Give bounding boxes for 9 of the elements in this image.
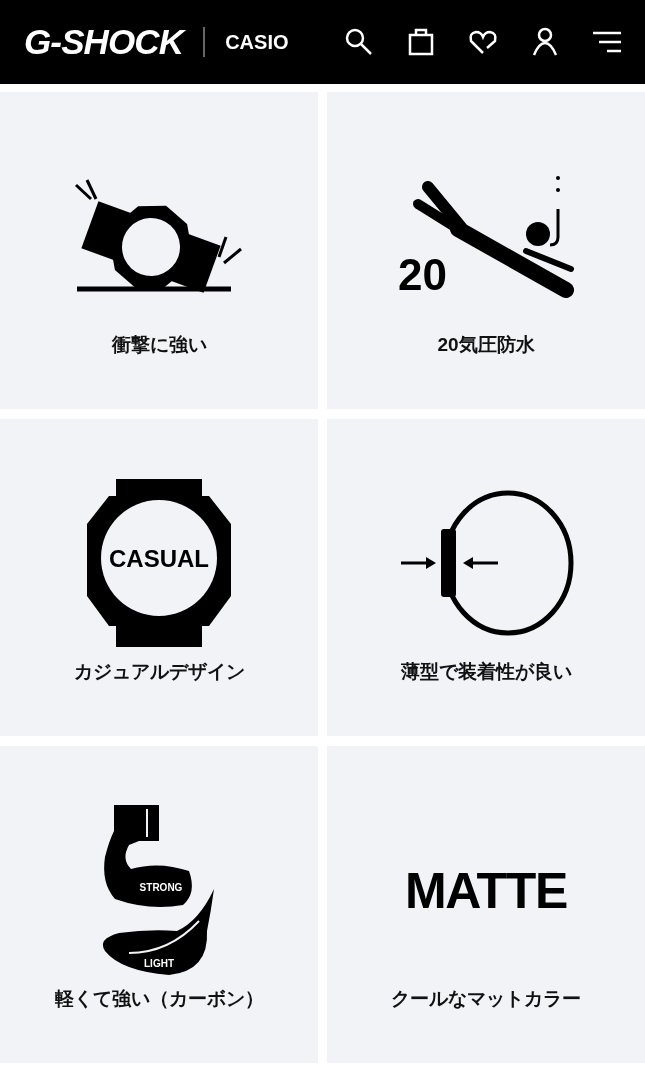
feature-label: 薄型で装着性が良い <box>400 660 572 684</box>
feature-label: 衝撃に強い <box>111 333 207 357</box>
brand-logo[interactable]: CASIO <box>225 27 289 57</box>
feature-label: 軽くて強い（カーボン） <box>54 987 264 1011</box>
logo[interactable]: G-SHOCK <box>24 15 184 69</box>
feature-label: カジュアルデザイン <box>73 660 245 684</box>
matte-text: MATTE <box>404 861 568 921</box>
feature-label: クールなマットカラー <box>391 987 581 1011</box>
feature-label: 20気圧防水 <box>437 333 535 357</box>
